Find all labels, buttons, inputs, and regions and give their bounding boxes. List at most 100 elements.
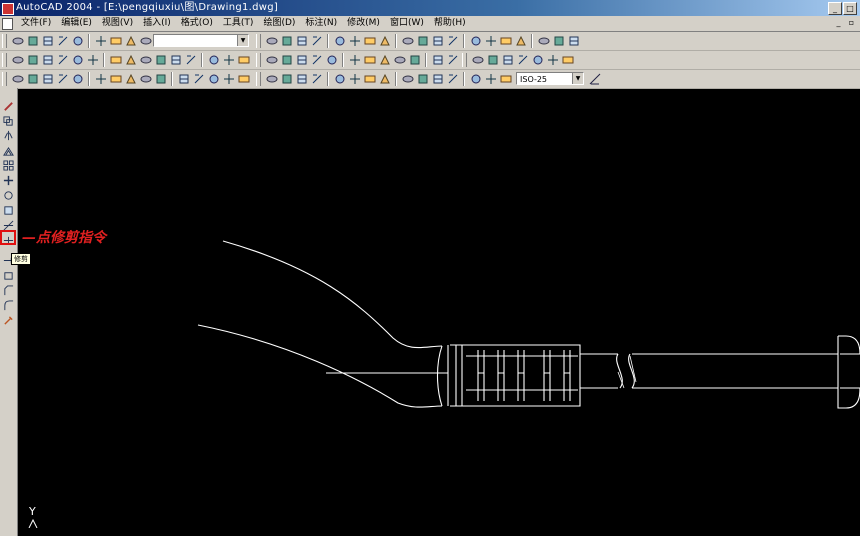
ucs-tool-button-4[interactable] [56,73,69,86]
fillet-tool-button[interactable] [2,299,15,312]
view-tool-button-12[interactable] [446,35,459,48]
ucs-tool-button-5[interactable] [71,73,84,86]
minimize-icon[interactable]: _ [828,2,842,15]
maximize-icon[interactable]: □ [843,2,857,15]
ucs-tool-button-7[interactable] [109,73,122,86]
layer-tool-button-3[interactable] [41,35,54,48]
view-tool-button-7[interactable] [363,35,376,48]
ucs-tool-button-14[interactable] [222,73,235,86]
text-tool-button-7[interactable] [561,54,574,67]
menu-item[interactable]: 格式(O) [176,16,218,31]
menu-item[interactable]: 插入(I) [138,16,176,31]
dim-tool-button-2[interactable] [280,73,293,86]
view-tool-button-6[interactable] [348,35,361,48]
menu-item[interactable]: 编辑(E) [56,16,97,31]
dim-tool-button-1[interactable] [265,73,278,86]
layer-tool-button-8[interactable] [124,35,137,48]
solid-tool-button-15[interactable] [237,54,250,67]
text-tool-button-5[interactable] [531,54,544,67]
view-tool-button-5[interactable] [333,35,346,48]
menu-item[interactable]: 绘图(D) [258,16,300,31]
scale-tool-button[interactable] [2,204,15,217]
dim-tool-button-6[interactable] [348,73,361,86]
solid-tool-button-13[interactable] [207,54,220,67]
dim-tool-button-12[interactable] [446,73,459,86]
shade-tool-button-7[interactable] [363,54,376,67]
ucs-tool-button-11[interactable] [177,73,190,86]
layer-tool-button-9[interactable] [139,35,152,48]
text-tool-button-3[interactable] [501,54,514,67]
solid-tool-button-6[interactable] [86,54,99,67]
toolbar-grip[interactable] [2,34,7,48]
toolbar-grip[interactable] [256,34,261,48]
toolbar-grip[interactable] [256,53,261,67]
shade-tool-button-5[interactable] [325,54,338,67]
shade-tool-button-9[interactable] [393,54,406,67]
solid-tool-button-2[interactable] [26,54,39,67]
autocad-app-icon[interactable] [2,3,14,15]
drawing-canvas[interactable] [18,88,860,536]
solid-tool-button-14[interactable] [222,54,235,67]
rotate-tool-button[interactable] [2,189,15,202]
dim-tool-button-11[interactable] [431,73,444,86]
dimstyle-combo[interactable]: ISO-25 ▼ [516,72,584,85]
dimstyle-button[interactable] [588,72,601,85]
toolbar-grip[interactable] [462,53,467,67]
solid-tool-button-10[interactable] [154,54,167,67]
view-tool-button-15[interactable] [499,35,512,48]
dim-tool-button-3[interactable] [295,73,308,86]
dim-tool-button-8[interactable] [378,73,391,86]
layer-combo[interactable]: ▼ [153,34,249,47]
view-tool-button-13[interactable] [469,35,482,48]
view-tool-button-17[interactable] [537,35,550,48]
shade-tool-button-11[interactable] [431,54,444,67]
ucs-tool-button-15[interactable] [237,73,250,86]
solid-tool-button-4[interactable] [56,54,69,67]
shade-tool-button-1[interactable] [265,54,278,67]
toolbar-grip[interactable] [2,72,7,86]
solid-tool-button-1[interactable] [11,54,24,67]
ucs-tool-button-13[interactable] [207,73,220,86]
offset-tool-button[interactable] [2,145,15,158]
menu-item[interactable]: 修改(M) [342,16,385,31]
dim-tool-button-15[interactable] [499,73,512,86]
layer-tool-button-6[interactable] [94,35,107,48]
ucs-tool-button-9[interactable] [139,73,152,86]
dim-tool-button-14[interactable] [484,73,497,86]
shade-tool-button-2[interactable] [280,54,293,67]
text-tool-button-6[interactable] [546,54,559,67]
toolbar-grip[interactable] [256,72,261,86]
layer-tool-button-7[interactable] [109,35,122,48]
dim-tool-button-7[interactable] [363,73,376,86]
dim-tool-button-4[interactable] [310,73,323,86]
menu-item[interactable]: 视图(V) [97,16,138,31]
solid-tool-button-8[interactable] [124,54,137,67]
shade-tool-button-3[interactable] [295,54,308,67]
doc-restore-icon[interactable]: ▫ [847,18,856,27]
document-icon[interactable] [2,18,13,30]
solid-tool-button-11[interactable] [169,54,182,67]
chamfer-tool-button[interactable] [2,284,15,297]
view-tool-button-8[interactable] [378,35,391,48]
shade-tool-button-6[interactable] [348,54,361,67]
view-tool-button-9[interactable] [401,35,414,48]
text-tool-button-2[interactable] [486,54,499,67]
ucs-tool-button-2[interactable] [26,73,39,86]
view-tool-button-18[interactable] [552,35,565,48]
ucs-tool-button-6[interactable] [94,73,107,86]
shade-tool-button-8[interactable] [378,54,391,67]
doc-minimize-icon[interactable]: _ [834,18,843,27]
layer-tool-button-5[interactable] [71,35,84,48]
break-tool-button[interactable] [2,269,15,282]
chevron-down-icon[interactable]: ▼ [572,73,583,84]
array-tool-button[interactable] [2,159,15,172]
view-tool-button-2[interactable] [280,35,293,48]
shade-tool-button-12[interactable] [446,54,459,67]
solid-tool-button-3[interactable] [41,54,54,67]
menu-item[interactable]: 窗口(W) [385,16,429,31]
layer-tool-button-4[interactable] [56,35,69,48]
copy-tool-button[interactable] [2,115,15,128]
view-tool-button-10[interactable] [416,35,429,48]
erase-tool-button[interactable] [2,100,15,113]
menu-item[interactable]: 标注(N) [300,16,342,31]
